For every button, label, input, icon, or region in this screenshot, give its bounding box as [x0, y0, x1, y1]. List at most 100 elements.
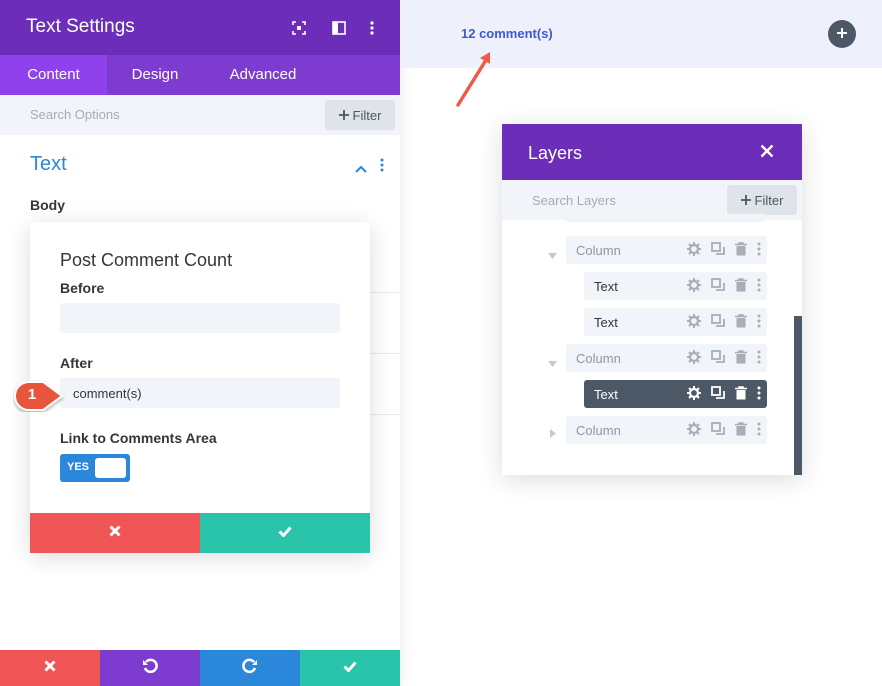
trash-icon[interactable]: [735, 386, 747, 405]
divider: [370, 414, 400, 415]
close-icon[interactable]: [760, 144, 774, 163]
layer-row[interactable]: Column: [566, 344, 767, 372]
settings-tabs: Content Design Advanced: [0, 55, 400, 95]
annotation-arrow-icon: [456, 52, 490, 107]
chevron-down-icon[interactable]: [548, 246, 557, 264]
divider: [370, 292, 400, 293]
filter-label: Filter: [352, 107, 382, 123]
layer-actions: [687, 386, 761, 405]
settings-title: Text Settings: [26, 16, 135, 37]
popup-save-button[interactable]: [200, 513, 370, 553]
layer-label: Text: [594, 387, 618, 402]
split-view-icon[interactable]: [329, 18, 349, 38]
tab-advanced[interactable]: Advanced: [203, 55, 323, 95]
layer-row-partial: [566, 214, 766, 222]
popup-cancel-button[interactable]: [30, 513, 200, 553]
chevron-right-icon[interactable]: [550, 425, 556, 443]
toggle-text: YES: [67, 461, 90, 473]
layer-actions: [687, 278, 761, 297]
save-button[interactable]: [300, 650, 400, 686]
layer-row[interactable]: Text: [584, 272, 767, 300]
settings-header: Text Settings: [0, 0, 400, 55]
plus-icon: [837, 25, 847, 43]
step-badge-icon: [14, 381, 64, 411]
duplicate-icon[interactable]: [711, 350, 725, 369]
undo-icon: [142, 658, 158, 679]
gear-icon[interactable]: [687, 422, 701, 441]
duplicate-icon[interactable]: [711, 242, 725, 261]
layer-row[interactable]: Column: [566, 416, 767, 444]
layer-actions: [687, 242, 761, 261]
layer-actions: [687, 350, 761, 369]
gear-icon[interactable]: [687, 242, 701, 261]
divider: [370, 353, 400, 354]
layer-row[interactable]: Text: [584, 308, 767, 336]
gear-icon[interactable]: [687, 350, 701, 369]
toggle-knob: [95, 458, 126, 478]
more-icon[interactable]: [757, 278, 761, 297]
search-options-input[interactable]: Search Options: [30, 107, 120, 122]
search-layers-input[interactable]: Search Layers: [532, 193, 616, 208]
undo-button[interactable]: [100, 650, 200, 686]
trash-icon[interactable]: [735, 350, 747, 369]
trash-icon[interactable]: [735, 422, 747, 441]
layer-actions: [687, 314, 761, 333]
duplicate-icon[interactable]: [711, 278, 725, 297]
options-search: Search Options Filter: [0, 95, 400, 135]
before-label: Before: [60, 280, 105, 296]
duplicate-icon[interactable]: [711, 314, 725, 333]
filter-button[interactable]: Filter: [325, 100, 395, 130]
layer-label: Column: [576, 423, 621, 438]
after-label: After: [60, 355, 93, 371]
more-icon[interactable]: [757, 350, 761, 369]
body-label: Body: [30, 197, 65, 213]
plus-icon: [338, 108, 349, 123]
close-icon: [44, 659, 56, 677]
step-number: 1: [27, 386, 37, 403]
more-icon[interactable]: [362, 18, 382, 38]
link-comments-toggle[interactable]: YES: [60, 454, 130, 482]
dynamic-content-popup: Post Comment Count Before After Link to …: [30, 222, 370, 553]
discard-button[interactable]: [0, 650, 100, 686]
more-icon[interactable]: [757, 242, 761, 261]
layer-label: Column: [576, 351, 621, 366]
tab-content[interactable]: Content: [0, 55, 107, 95]
duplicate-icon[interactable]: [711, 422, 725, 441]
gear-icon[interactable]: [687, 278, 701, 297]
layer-label: Text: [594, 315, 618, 330]
chevron-up-icon[interactable]: [355, 160, 367, 178]
chevron-down-icon[interactable]: [548, 354, 557, 372]
layer-label: Column: [576, 243, 621, 258]
trash-icon[interactable]: [735, 278, 747, 297]
more-icon[interactable]: [757, 386, 761, 405]
layer-actions: [687, 422, 761, 441]
check-icon: [278, 524, 292, 542]
section-more-icon[interactable]: [380, 158, 384, 177]
tab-design[interactable]: Design: [107, 55, 203, 95]
layers-filter-button[interactable]: Filter: [727, 185, 797, 215]
duplicate-icon[interactable]: [711, 386, 725, 405]
gear-icon[interactable]: [687, 314, 701, 333]
link-comments-label: Link to Comments Area: [60, 430, 217, 446]
trash-icon[interactable]: [735, 314, 747, 333]
plus-icon: [740, 193, 751, 208]
layer-row-selected[interactable]: Text: [584, 380, 767, 408]
section-title-text[interactable]: Text: [30, 153, 67, 176]
redo-button[interactable]: [200, 650, 300, 686]
fullscreen-icon[interactable]: [289, 18, 309, 38]
popup-title: Post Comment Count: [60, 250, 233, 270]
layers-scrollbar[interactable]: [794, 316, 802, 475]
more-icon[interactable]: [757, 314, 761, 333]
after-input[interactable]: [60, 378, 340, 408]
layer-row[interactable]: Column: [566, 236, 767, 264]
close-icon: [109, 524, 121, 542]
check-icon: [343, 659, 357, 677]
redo-icon: [242, 658, 258, 679]
add-module-button[interactable]: [828, 20, 856, 48]
gear-icon[interactable]: [687, 386, 701, 405]
comment-count-link[interactable]: 12 comment(s): [461, 26, 553, 41]
trash-icon[interactable]: [735, 242, 747, 261]
layers-title: Layers: [528, 143, 583, 163]
more-icon[interactable]: [757, 422, 761, 441]
before-input[interactable]: [60, 303, 340, 333]
